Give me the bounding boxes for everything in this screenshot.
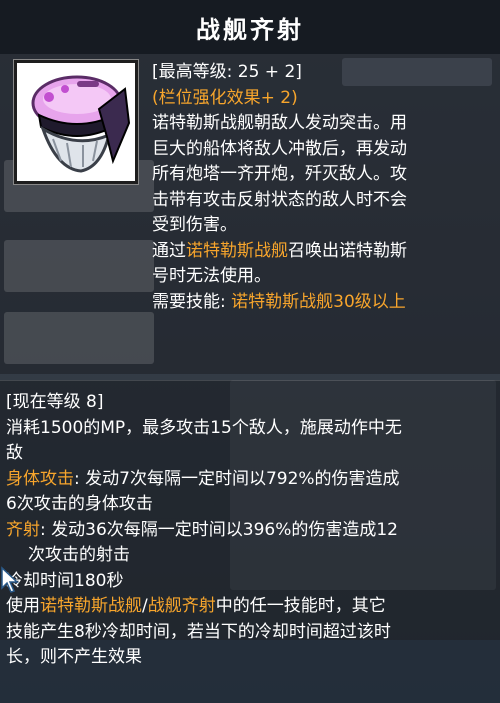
- max-level-text: [最高等级: 25 + 2]: [152, 62, 302, 82]
- description-line: 诺特勒斯战舰朝敌人发动突击。用: [152, 113, 407, 133]
- summon-note: 通过诺特勒斯战舰召唤出诺特勒斯: [152, 239, 492, 265]
- required-skill: 需要技能: 诺特勒斯战舰30级以上: [152, 290, 492, 316]
- level-effects-block: [现在等级 8] 消耗1500的MP，最多攻击15个敌人，施展动作中无 敌 身体…: [6, 390, 496, 671]
- shared-cooldown-line: 使用诺特勒斯战舰/战舰齐射中的任一技能时，其它: [6, 594, 496, 620]
- required-skill-value: 诺特勒斯战舰30级以上: [231, 291, 406, 312]
- shared-cooldown-line2: 技能产生8秒冷却时间，若当下的冷却时间超过该时: [6, 621, 391, 642]
- description-line: 受到伤害。: [152, 215, 237, 235]
- summon-note-prefix: 通过: [152, 240, 186, 261]
- shared-cd-prefix: 使用: [6, 596, 40, 616]
- volley-line: 齐射: 发动36次每隔一定时间以396%的伤害造成12: [6, 518, 496, 544]
- skill-info-block: [最高等级: 25 + 2] (栏位强化效果+ 2) 诺特勒斯战舰朝敌人发动突击…: [152, 60, 492, 315]
- volley-line2: 次攻击的射击: [28, 545, 130, 565]
- body-attack-line: 身体攻击: 发动7次每隔一定时间以792%的伤害造成: [6, 467, 496, 493]
- description-line: 击带有攻击反射状态的敌人时不会: [152, 189, 407, 210]
- skill-title: 战舰齐射: [196, 16, 304, 44]
- volley-text: : 发动36次每隔一定时间以396%的伤害造成12: [40, 519, 398, 540]
- skill-icon-frame: [14, 60, 138, 184]
- current-level-text: [现在等级 8]: [6, 392, 104, 412]
- shared-cd-suffix: 中的任一技能时，其它: [215, 596, 386, 616]
- mouse-cursor-icon: [1, 566, 19, 593]
- summon-note-suffix: 召唤出诺特勒斯: [288, 240, 407, 261]
- shared-cd-skill2: 战舰齐射: [147, 596, 216, 616]
- description-line: 所有炮塔一齐开炮，歼灭敌人。攻: [152, 164, 407, 184]
- volley-label: 齐射: [6, 519, 40, 540]
- cost-line: 消耗1500的MP，最多攻击15个敌人，施展动作中无: [6, 417, 402, 438]
- pink-battleship-skill-icon: [17, 63, 135, 181]
- body-attack-line2: 6次攻击的身体攻击: [6, 494, 153, 514]
- shared-cd-skill1: 诺特勒斯战舰: [40, 596, 142, 616]
- cost-line: 敌: [6, 443, 23, 463]
- summon-note-skill: 诺特勒斯战舰: [186, 240, 288, 261]
- summon-note-line2: 号时无法使用。: [152, 266, 271, 286]
- body-attack-label: 身体攻击: [6, 468, 74, 489]
- skill-tooltip: 战舰齐射 [最高等级: 25 + 2] (栏位强化效果+ 2) 诺特勒斯战舰朝敌…: [0, 0, 500, 703]
- tooltip-title-bar: 战舰齐射: [0, 0, 500, 54]
- body-attack-text: : 发动7次每隔一定时间以792%的伤害造成: [74, 468, 400, 489]
- slot-bonus-text: (栏位强化效果+ 2): [152, 87, 298, 108]
- required-skill-label: 需要技能:: [152, 291, 232, 312]
- cooldown-text: 冷却时间180秒: [6, 570, 124, 591]
- shared-cooldown-line3: 长，则不产生效果: [6, 647, 142, 667]
- description-line: 巨大的船体将敌人冲散后，再发动: [152, 138, 407, 159]
